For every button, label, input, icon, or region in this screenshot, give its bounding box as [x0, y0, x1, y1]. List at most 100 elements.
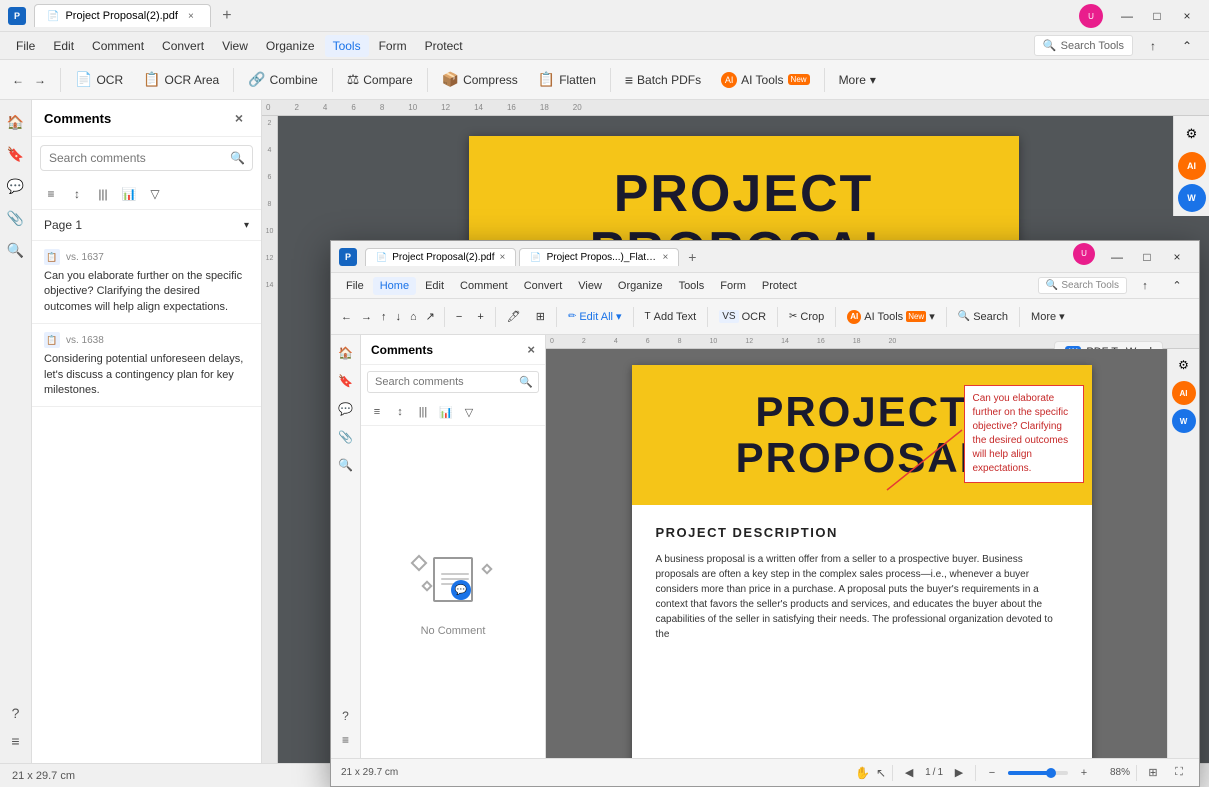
bg-page-label[interactable]: Page 1 ▾: [32, 210, 261, 241]
sidebar-comment-icon[interactable]: 💬: [2, 172, 30, 200]
fg-menu-convert[interactable]: Convert: [517, 277, 570, 295]
fg-search-tools[interactable]: 🔍Search Tools: [1038, 277, 1127, 294]
filter-options-btn[interactable]: ▽: [144, 183, 166, 205]
fg-add-tab[interactable]: +: [682, 247, 702, 267]
compare-btn[interactable]: ⚖ Compare: [339, 67, 421, 92]
ocr-btn[interactable]: 📄 OCR: [67, 67, 131, 92]
fg-right-ai[interactable]: AI: [1172, 381, 1196, 405]
zoom-track[interactable]: [1008, 771, 1068, 775]
fg-zoom-out[interactable]: −: [450, 308, 468, 326]
filter-graph-btn[interactable]: 📊: [118, 183, 140, 205]
bg-tab-1-close[interactable]: ×: [184, 9, 198, 23]
toolbar-nav-back[interactable]: ←: [8, 69, 28, 91]
fg-right-settings[interactable]: ⚙: [1172, 353, 1196, 377]
fg-close[interactable]: ×: [1163, 243, 1191, 271]
fg-more-btn[interactable]: More ▾: [1025, 307, 1071, 326]
bg-tab-1[interactable]: 📄 Project Proposal(2).pdf ×: [34, 4, 211, 27]
menu-tools[interactable]: Tools: [325, 35, 369, 57]
fg-nav-down[interactable]: ↓: [392, 309, 406, 325]
fg-next-page[interactable]: ▶: [949, 763, 969, 783]
fg-fit-page[interactable]: ⊞: [1143, 763, 1163, 783]
fg-right-word[interactable]: W: [1172, 409, 1196, 433]
sidebar-layers-icon[interactable]: ≡: [2, 727, 30, 755]
menu-comment[interactable]: Comment: [84, 35, 152, 57]
fg-crop-btn[interactable]: ✂ Crop: [783, 308, 830, 326]
fg-expand-btn[interactable]: ⊞: [530, 307, 551, 326]
bg-nav[interactable]: ⌃: [1173, 32, 1201, 60]
fg-zoom-in[interactable]: +: [471, 308, 489, 326]
menu-protect[interactable]: Protect: [417, 35, 471, 57]
fg-add-text-btn[interactable]: T Add Text: [639, 308, 703, 326]
combine-btn[interactable]: 🔗 Combine: [240, 67, 325, 92]
fg-filter-graph[interactable]: 📊: [436, 402, 456, 422]
fg-menu-edit[interactable]: Edit: [418, 277, 451, 295]
minimize-btn[interactable]: —: [1113, 2, 1141, 30]
bg-search-input[interactable]: [40, 145, 253, 171]
fg-sidebar-comment[interactable]: 💬: [334, 397, 358, 421]
fg-expand[interactable]: ↗: [422, 308, 439, 325]
fg-menu-form[interactable]: Form: [713, 277, 753, 295]
fg-tab-1[interactable]: 📄 Project Proposal(2).pdf ×: [365, 248, 516, 266]
fg-search-btn[interactable]: 🔍 Search: [952, 308, 1014, 326]
fg-sidebar-search[interactable]: 🔍: [334, 453, 358, 477]
fg-tab-2[interactable]: 📄 Project Propos...)_Flatten.pdf ×: [519, 248, 679, 266]
menu-form[interactable]: Form: [371, 35, 415, 57]
bg-comment-2[interactable]: 📋 vs. 1638 Considering potential unfores…: [32, 324, 261, 407]
fg-sidebar-bookmark[interactable]: 🔖: [334, 369, 358, 393]
menu-organize[interactable]: Organize: [258, 35, 323, 57]
bg-comment-1[interactable]: 📋 vs. 1637 Can you elaborate further on …: [32, 241, 261, 324]
close-btn[interactable]: ×: [1173, 2, 1201, 30]
fg-nav-up[interactable]: ↑: [377, 309, 391, 325]
fg-highlight-btn[interactable]: 🖊: [501, 307, 527, 326]
bg-right-tool-ai[interactable]: AI: [1178, 152, 1206, 180]
fg-ai-tools-btn[interactable]: AI AI Tools New ▾: [841, 307, 940, 327]
fg-comments-close[interactable]: ×: [527, 342, 535, 357]
zoom-thumb[interactable]: [1046, 768, 1056, 778]
bg-right-tool-word[interactable]: W: [1178, 184, 1206, 212]
fg-menu-tools[interactable]: Tools: [672, 277, 712, 295]
sidebar-home-icon[interactable]: 🏠: [2, 108, 30, 136]
compress-btn[interactable]: 📦 Compress: [434, 67, 526, 92]
fg-minimize[interactable]: —: [1103, 243, 1131, 271]
ai-tools-btn[interactable]: AI AI Tools New: [713, 68, 817, 92]
fg-prev-page[interactable]: ◀: [899, 763, 919, 783]
fg-sidebar-layers[interactable]: ≡: [334, 728, 358, 752]
ocr-area-btn[interactable]: 📋 OCR Area: [135, 67, 227, 92]
fg-upload[interactable]: ↑: [1131, 272, 1159, 300]
sidebar-help-icon[interactable]: ?: [2, 699, 30, 727]
menu-file[interactable]: File: [8, 35, 43, 57]
fg-nav-back[interactable]: ←: [337, 309, 356, 325]
sidebar-attach-icon[interactable]: 📎: [2, 204, 30, 232]
menu-convert[interactable]: Convert: [154, 35, 212, 57]
fg-sidebar-home[interactable]: 🏠: [334, 341, 358, 365]
menu-view[interactable]: View: [214, 35, 256, 57]
sidebar-search-icon[interactable]: 🔍: [2, 236, 30, 264]
fg-search-input[interactable]: [367, 371, 539, 393]
more-btn[interactable]: More ▾: [831, 69, 884, 91]
toolbar-nav-fwd[interactable]: →: [30, 69, 50, 91]
batch-pdfs-btn[interactable]: ≡ Batch PDFs: [617, 68, 709, 92]
fg-zoom-out-status[interactable]: −: [982, 763, 1002, 783]
fg-tab-2-close[interactable]: ×: [663, 252, 669, 263]
maximize-btn[interactable]: □: [1143, 2, 1171, 30]
fg-nav-fwd[interactable]: →: [357, 309, 376, 325]
fg-maximize[interactable]: □: [1133, 243, 1161, 271]
filter-list-btn[interactable]: ≡: [40, 183, 62, 205]
fg-filter-options[interactable]: ▽: [459, 402, 479, 422]
fg-ocr-btn[interactable]: VS OCR: [713, 307, 772, 326]
fg-sidebar-attach[interactable]: 📎: [334, 425, 358, 449]
menu-edit[interactable]: Edit: [45, 35, 82, 57]
fg-filter-sort[interactable]: ↕: [390, 402, 410, 422]
fg-edit-all-btn[interactable]: ✏ Edit All ▾: [562, 307, 628, 326]
flatten-btn[interactable]: 📋 Flatten: [530, 67, 604, 92]
fg-nav-up[interactable]: ⌃: [1163, 272, 1191, 300]
fg-nav-home[interactable]: ⌂: [406, 309, 421, 325]
filter-sort-btn[interactable]: ↕: [66, 183, 88, 205]
filter-view-btn[interactable]: |||: [92, 183, 114, 205]
fg-filter-view[interactable]: |||: [413, 402, 433, 422]
fg-menu-file[interactable]: File: [339, 277, 371, 295]
fg-menu-home[interactable]: Home: [373, 277, 416, 295]
fg-fullscreen[interactable]: ⛶: [1169, 763, 1189, 783]
fg-menu-protect[interactable]: Protect: [755, 277, 804, 295]
fg-menu-organize[interactable]: Organize: [611, 277, 670, 295]
